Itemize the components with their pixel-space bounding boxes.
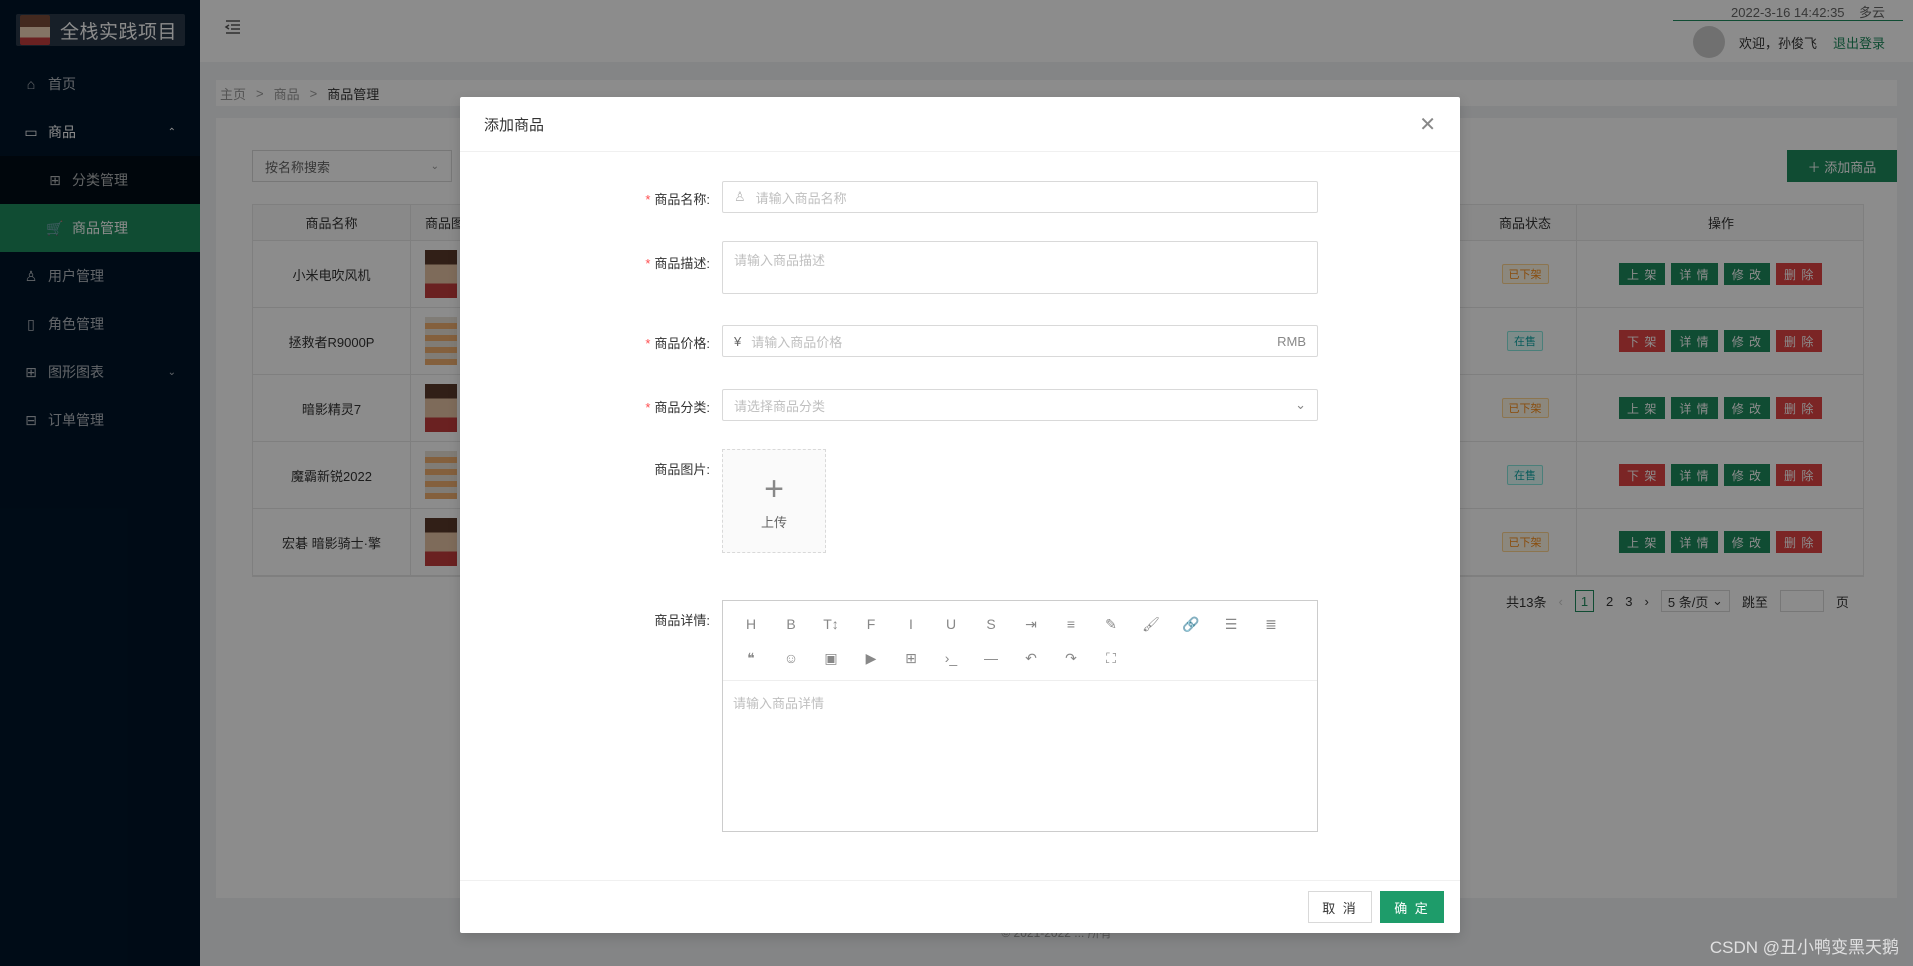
product-price-input[interactable]: ¥ 请输入商品价格 RMB (722, 325, 1318, 357)
plus-icon: + (764, 469, 784, 508)
editor-tool-icon[interactable]: ⛶ (1091, 641, 1131, 675)
editor-tool-icon[interactable]: F (851, 607, 891, 641)
placeholder-text: 请输入商品价格 (751, 334, 843, 350)
field-label-text: 商品名称: (654, 192, 710, 207)
editor-tool-icon[interactable]: 🔗 (1171, 607, 1211, 641)
modal-footer: 取 消 确 定 (460, 880, 1460, 933)
required-mark: * (645, 400, 651, 415)
placeholder-text: 请选择商品分类 (734, 398, 826, 414)
editor-tool-icon[interactable]: ↷ (1051, 641, 1091, 675)
modal-header: 添加商品 ✕ (460, 97, 1460, 152)
editor-tool-icon[interactable]: T↕ (811, 607, 851, 641)
editor-tool-icon[interactable]: I (891, 607, 931, 641)
editor-tool-icon[interactable]: H (731, 607, 771, 641)
user-icon: ♙ (734, 189, 746, 204)
placeholder-text: 请输入商品名称 (755, 190, 847, 206)
cancel-button[interactable]: 取 消 (1308, 891, 1372, 923)
field-label: * 商品描述: (570, 253, 710, 272)
editor-tool-icon[interactable]: U (931, 607, 971, 641)
editor-tool-icon[interactable]: ≣ (1251, 607, 1291, 641)
close-icon[interactable]: ✕ (1419, 112, 1436, 137)
required-mark: * (645, 336, 651, 351)
editor-tool-icon[interactable]: S (971, 607, 1011, 641)
modal-title: 添加商品 (484, 116, 545, 134)
required-mark: * (645, 192, 651, 207)
placeholder-text: 请输入商品详情 (733, 696, 825, 711)
editor-tool-icon[interactable]: ↶ (1011, 641, 1051, 675)
rich-text-editor: H B T↕ F I U S ⇥ ≡ ✎ 🖌 🔗 ☰ ≣ ❝ ☺ ▣ ▶ ⊞ ›_ — ↶ ↷ ⛶ 请输入商品详情 (722, 600, 1318, 832)
editor-tool-icon[interactable]: ❝ (731, 641, 771, 675)
editor-tool-icon[interactable]: ›_ (931, 641, 971, 675)
add-product-modal: 添加商品 ✕ * 商品名称: ♙ 请输入商品名称 * 商品描述: 请输入商品描述 * 商… (460, 97, 1460, 933)
editor-tool-icon[interactable]: ☰ (1211, 607, 1251, 641)
product-name-input[interactable]: ♙ 请输入商品名称 (722, 181, 1318, 213)
field-label: * 商品名称: (570, 189, 710, 208)
placeholder-text: 请输入商品描述 (734, 253, 826, 268)
watermark: CSDN @丑小鸭变黑天鹅 (1709, 938, 1899, 957)
editor-tool-icon[interactable]: ▶ (851, 641, 891, 675)
editor-tool-icon[interactable]: 🖌 (1131, 607, 1171, 641)
currency-prefix: ¥ (734, 333, 742, 349)
editor-tool-icon[interactable]: ☺ (771, 641, 811, 675)
editor-tool-icon[interactable]: — (971, 641, 1011, 675)
image-upload[interactable]: + 上传 (722, 449, 826, 553)
required-mark: * (645, 256, 651, 271)
field-label-text: 商品分类: (654, 400, 710, 415)
field-label-text: 商品价格: (654, 336, 710, 351)
field-label-text: 商品描述: (654, 256, 710, 271)
field-label: * 商品分类: (570, 397, 710, 416)
editor-toolbar: H B T↕ F I U S ⇥ ≡ ✎ 🖌 🔗 ☰ ≣ ❝ ☺ ▣ ▶ ⊞ ›_ — ↶ ↷ ⛶ (723, 601, 1317, 681)
editor-tool-icon[interactable]: ≡ (1051, 607, 1091, 641)
editor-tool-icon[interactable]: ✎ (1091, 607, 1131, 641)
editor-content[interactable]: 请输入商品详情 (723, 681, 1317, 724)
product-category-select[interactable]: 请选择商品分类 ⌄ (722, 389, 1318, 421)
field-label: 商品图片: (654, 462, 710, 477)
chevron-down-icon: ⌄ (1295, 397, 1306, 412)
upload-label: 上传 (760, 514, 787, 530)
field-label: * 商品价格: (570, 333, 710, 352)
editor-tool-icon[interactable]: ▣ (811, 641, 851, 675)
editor-tool-icon[interactable]: ⇥ (1011, 607, 1051, 641)
currency-suffix: RMB (1277, 333, 1306, 349)
editor-tool-icon[interactable]: ⊞ (891, 641, 931, 675)
field-label: 商品详情: (654, 613, 710, 628)
editor-tool-icon[interactable]: B (771, 607, 811, 641)
confirm-button[interactable]: 确 定 (1380, 891, 1444, 923)
product-desc-textarea[interactable]: 请输入商品描述 (722, 241, 1318, 294)
